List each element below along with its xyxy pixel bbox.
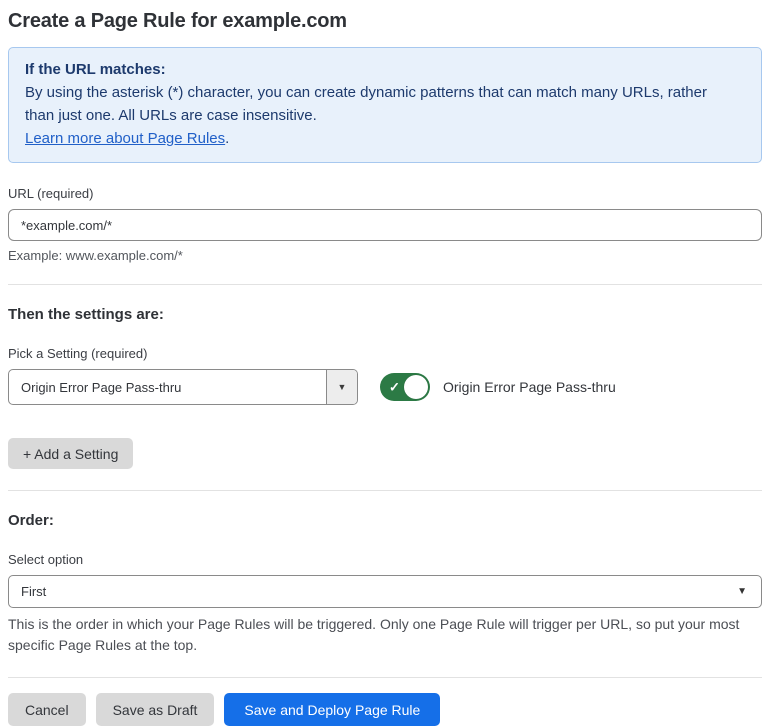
setting-select-value: Origin Error Page Pass-thru (21, 379, 182, 395)
check-icon: ✓ (389, 379, 400, 395)
setting-select[interactable]: Origin Error Page Pass-thru ▼ (8, 369, 358, 405)
link-suffix: . (225, 130, 230, 147)
url-label: URL (required) (8, 186, 94, 201)
info-box-link-line: Learn more about Page Rules. (25, 127, 745, 150)
order-select-value: First (21, 584, 47, 599)
chevron-down-icon: ▼ (737, 586, 747, 597)
order-section-heading: Order: (8, 512, 54, 529)
info-box-heading: If the URL matches: (25, 61, 166, 78)
setting-toggle[interactable]: ✓ (380, 373, 430, 401)
setting-row: Origin Error Page Pass-thru ▼ ✓ Origin E… (8, 369, 762, 405)
page-rule-form: Create a Page Rule for example.com If th… (8, 10, 762, 726)
order-select-label: Select option (8, 552, 84, 567)
settings-section-heading: Then the settings are: (8, 306, 164, 323)
url-hint: Example: www.example.com/* (8, 248, 183, 263)
order-select[interactable]: First ▼ (8, 575, 762, 608)
setting-toggle-label: Origin Error Page Pass-thru (443, 379, 616, 395)
url-match-info-box: If the URL matches: By using the asteris… (8, 47, 762, 163)
page-title: Create a Page Rule for example.com (8, 10, 347, 32)
url-input[interactable] (8, 209, 762, 241)
learn-more-link[interactable]: Learn more about Page Rules (25, 130, 225, 147)
setting-toggle-group: ✓ Origin Error Page Pass-thru (380, 373, 616, 401)
setting-select-arrow-button[interactable]: ▼ (326, 370, 357, 404)
order-description: This is the order in which your Page Rul… (8, 616, 740, 653)
info-box-body: By using the asterisk (*) character, you… (25, 84, 707, 124)
divider (8, 677, 762, 678)
add-setting-button[interactable]: + Add a Setting (8, 438, 134, 469)
divider (8, 490, 762, 491)
toggle-knob (404, 375, 428, 399)
chevron-down-icon: ▼ (337, 382, 347, 392)
divider (8, 284, 762, 285)
pick-setting-label: Pick a Setting (required) (8, 346, 148, 361)
